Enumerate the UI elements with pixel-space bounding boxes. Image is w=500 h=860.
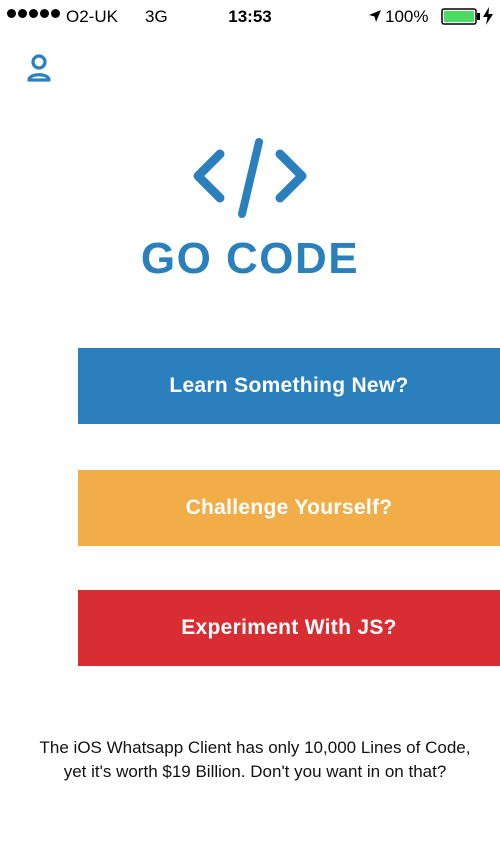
code-brackets-icon [193,138,307,218]
footer-fact-text: The iOS Whatsapp Client has only 10,000 … [39,738,471,781]
profile-icon[interactable] [26,54,52,84]
experiment-with-js-button[interactable]: Experiment With JS? [78,590,500,666]
charging-icon [483,7,493,25]
battery-icon [441,8,480,25]
status-bar: O2-UK 3G 13:53 100% [0,0,500,34]
location-arrow-icon [369,10,381,22]
challenge-yourself-button[interactable]: Challenge Yourself? [78,470,500,546]
app-title: GO CODE [140,234,360,283]
learn-something-new-button[interactable]: Learn Something New? [78,348,500,424]
battery-percent: 100% [385,7,429,26]
